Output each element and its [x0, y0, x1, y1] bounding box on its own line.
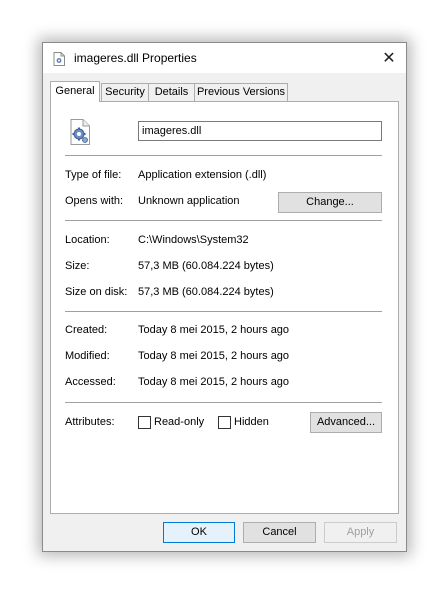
tab-security[interactable]: Security	[101, 83, 149, 101]
apply-button[interactable]: Apply	[324, 522, 397, 543]
change-button[interactable]: Change...	[278, 192, 382, 213]
close-icon: ✕	[382, 50, 396, 67]
read-only-label[interactable]: Read-only	[154, 416, 204, 428]
type-of-file-label: Type of file:	[65, 169, 122, 181]
location-value: C:\Windows\System32	[138, 234, 249, 246]
read-only-checkbox[interactable]	[138, 416, 151, 429]
title-bar[interactable]: imageres.dll Properties ✕	[43, 43, 406, 73]
size-on-disk-value: 57,3 MB (60.084.224 bytes)	[138, 286, 274, 298]
separator	[65, 155, 382, 156]
tab-general[interactable]: General	[50, 81, 100, 102]
separator	[65, 311, 382, 312]
general-tab-panel: Type of file: Application extension (.dl…	[50, 101, 399, 514]
dll-file-icon	[53, 52, 65, 66]
accessed-label: Accessed:	[65, 376, 116, 388]
created-value: Today 8 mei 2015, 2 hours ago	[138, 324, 290, 336]
size-on-disk-label: Size on disk:	[65, 286, 128, 298]
window-title: imageres.dll Properties	[74, 51, 197, 65]
type-of-file-value: Application extension (.dll)	[138, 169, 267, 181]
attributes-label: Attributes:	[65, 416, 115, 428]
separator	[65, 402, 382, 403]
close-button[interactable]: ✕	[372, 43, 406, 73]
dll-gear-file-icon	[70, 119, 90, 145]
location-label: Location:	[65, 234, 110, 246]
advanced-button[interactable]: Advanced...	[310, 412, 382, 433]
cancel-button[interactable]: Cancel	[243, 522, 316, 543]
size-value: 57,3 MB (60.084.224 bytes)	[138, 260, 274, 272]
opens-with-value: Unknown application	[138, 195, 240, 207]
hidden-checkbox[interactable]	[218, 416, 231, 429]
file-name-field[interactable]	[138, 121, 382, 141]
modified-value: Today 8 mei 2015, 2 hours ago	[138, 350, 290, 362]
size-label: Size:	[65, 260, 90, 272]
properties-dialog: imageres.dll Properties ✕ General Securi…	[42, 42, 407, 552]
modified-label: Modified:	[65, 350, 110, 362]
screenshot-canvas: imageres.dll Properties ✕ General Securi…	[0, 0, 447, 593]
hidden-label[interactable]: Hidden	[234, 416, 269, 428]
tab-details[interactable]: Details	[148, 83, 195, 101]
created-label: Created:	[65, 324, 108, 336]
ok-button[interactable]: OK	[163, 522, 235, 543]
accessed-value: Today 8 mei 2015, 2 hours ago	[138, 376, 290, 388]
opens-with-label: Opens with:	[65, 195, 124, 207]
separator	[65, 220, 382, 221]
tab-previous-versions[interactable]: Previous Versions	[194, 83, 288, 101]
